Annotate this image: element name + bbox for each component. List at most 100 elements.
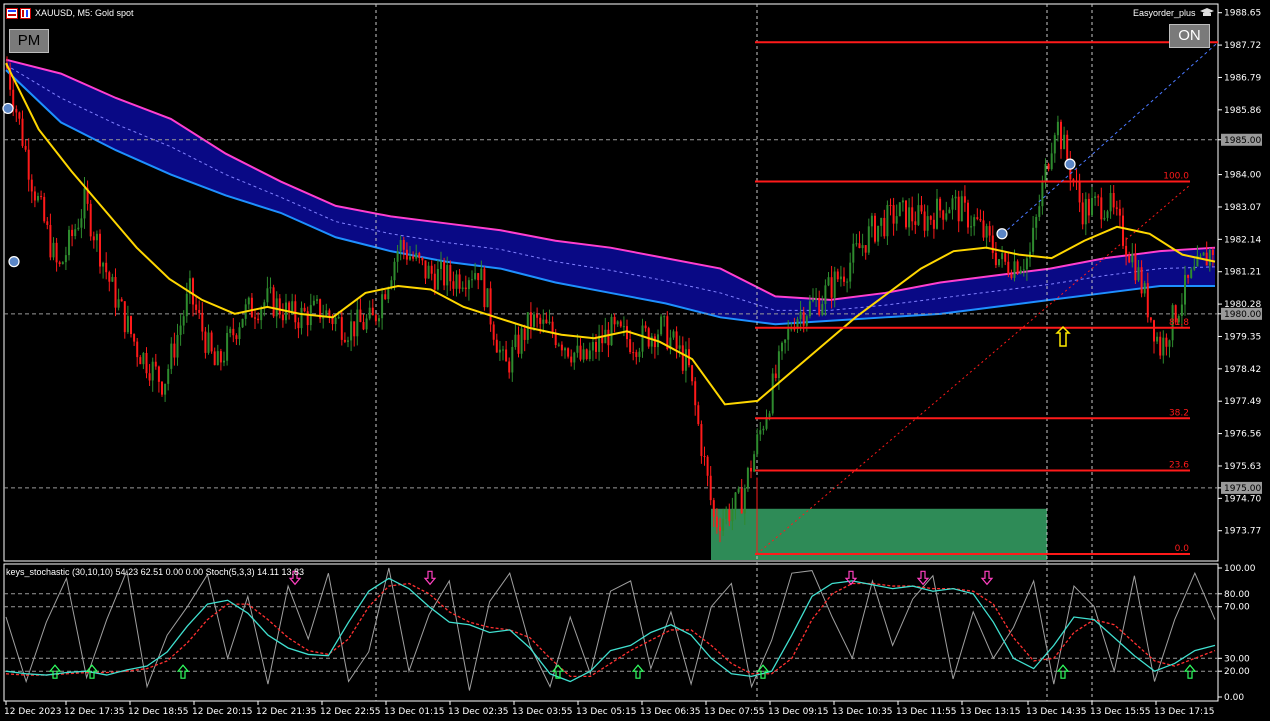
candle-body [1146, 283, 1149, 318]
trade-marker-icon[interactable] [8, 256, 20, 268]
candle-body [99, 233, 101, 267]
window-menu-icon[interactable] [6, 8, 32, 19]
candle-body [1134, 253, 1137, 281]
candle-body [595, 342, 597, 352]
candle-body [384, 294, 387, 300]
time-tick-label: 13 Dec 01:15 [384, 707, 445, 717]
candle-body [1137, 267, 1140, 281]
candle-body [1078, 182, 1081, 203]
stoch-tick-label: 70.00 [1224, 603, 1250, 613]
candle-body [830, 277, 833, 298]
candle-body [1168, 340, 1171, 347]
pm-button[interactable]: PM [9, 29, 49, 53]
time-tick-label: 13 Dec 05:15 [576, 707, 637, 717]
candle-body [1149, 317, 1152, 321]
trade-marker-icon[interactable] [1064, 158, 1076, 170]
candle-body [1162, 337, 1165, 356]
candle-body [616, 321, 619, 325]
candle-body [192, 278, 194, 305]
candle-body [185, 293, 188, 317]
candle-body [979, 218, 982, 221]
candle-body [58, 262, 61, 265]
candle-body [15, 108, 18, 113]
candle-body [626, 326, 628, 340]
trade-marker-icon[interactable] [996, 228, 1008, 240]
candle-body [892, 205, 895, 224]
candle-body [756, 434, 759, 455]
candle-body [508, 361, 511, 373]
price-tick-label: 1985.86 [1224, 106, 1261, 116]
candle-body [706, 456, 709, 476]
candle-body [1047, 164, 1050, 170]
candle-body [55, 242, 58, 263]
candle-body [154, 361, 157, 367]
candle-body [994, 252, 997, 266]
candle-body [161, 381, 163, 395]
candle-body [898, 202, 901, 217]
candle-body [474, 273, 477, 280]
trade-marker-icon[interactable] [2, 102, 14, 115]
candle-body [846, 281, 849, 283]
candle-body [37, 196, 39, 201]
candle-body [68, 229, 70, 256]
candle-body [49, 224, 52, 258]
price-tick-label: 1983.07 [1224, 203, 1261, 213]
candle-body [343, 339, 346, 342]
candle-body [923, 211, 926, 231]
candle-body [399, 239, 402, 252]
candle-body [539, 317, 542, 324]
candle-body [607, 329, 610, 346]
candle-body [83, 188, 86, 219]
candle-body [815, 298, 818, 300]
candle-body [1022, 269, 1025, 271]
candle-body [201, 312, 204, 332]
candle-body [1143, 283, 1146, 294]
candle-body [241, 318, 244, 328]
candle-body [102, 262, 105, 267]
candle-body [272, 287, 275, 317]
candle-body [1041, 182, 1044, 207]
candle-body [303, 307, 306, 312]
candle-body [514, 334, 517, 348]
candle-body [374, 315, 377, 322]
candle-body [557, 344, 560, 346]
candle-body [942, 210, 945, 220]
price-tick-label: 1987.72 [1224, 41, 1261, 51]
candle-body [61, 262, 64, 265]
candle-body [560, 344, 563, 351]
candle-body [728, 509, 731, 522]
candle-body [681, 345, 684, 371]
candle-body [1001, 253, 1004, 260]
candle-body [486, 288, 489, 308]
candle-body [1128, 255, 1131, 263]
candle-body [223, 360, 225, 363]
candle-body [170, 343, 173, 369]
time-tick-label: 13 Dec 17:15 [1154, 707, 1215, 717]
candle-body [216, 351, 219, 366]
on-button[interactable]: ON [1169, 24, 1210, 48]
candle-body [511, 347, 514, 373]
candle-body [610, 316, 613, 346]
candle-body [548, 321, 551, 324]
candle-body [381, 294, 384, 319]
price-chart[interactable]: 100.0 81.8 38.2 23.6 0.0 1988.65 1987.72 1986.7… [0, 0, 1270, 721]
candle-body [982, 220, 985, 238]
candle-body [715, 516, 718, 528]
time-tick-label: 12 Dec 18:55 [128, 707, 189, 717]
price-tick-label: 1975.00 [1224, 484, 1261, 494]
candle-body [1156, 336, 1159, 342]
candle-body [1140, 267, 1143, 294]
stoch-signal-line [5, 582, 1216, 678]
candle-body [1159, 336, 1162, 356]
candle-body [80, 218, 83, 228]
candle-body [1050, 153, 1053, 170]
candle-body [387, 288, 390, 300]
candle-body [176, 334, 179, 358]
candle-body [802, 311, 805, 326]
time-tick-label: 13 Dec 10:35 [832, 707, 893, 717]
price-tick-label: 1977.49 [1224, 397, 1261, 407]
candle-body [1060, 121, 1062, 150]
candle-body [368, 307, 371, 319]
candle-body [567, 348, 570, 357]
candle-body [787, 328, 790, 340]
